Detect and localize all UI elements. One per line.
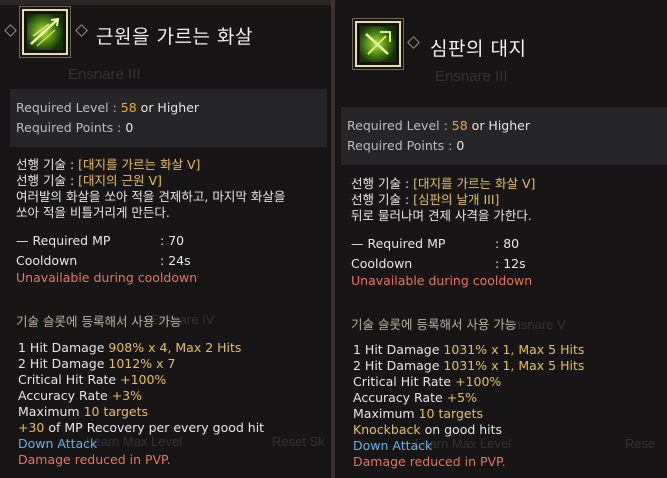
hit2-value: 1031% x 1, Max 5 Hits: [443, 358, 585, 373]
crit-value: +100%: [120, 372, 167, 387]
requirements-box: Required Level : 58 or Higher Required P…: [10, 89, 327, 147]
mp-value: 70: [168, 233, 185, 248]
attack-type: Down Attack: [353, 438, 433, 453]
effect-hit1: 1 Hit Damage 908% x 4, Max 2 Hits: [18, 340, 241, 355]
effect-hit2: 2 Hit Damage 1012% x 7: [18, 356, 175, 371]
skill-name: 심판의 대지: [430, 38, 527, 60]
skill-description-line-1: 뒤로 물러나며 견제 사격을 가한다.: [351, 208, 532, 223]
effect-accuracy: Accuracy Rate +3%: [18, 388, 142, 403]
required-level-row: Required Level : 58 or Higher: [347, 118, 530, 133]
background-learn-max-level: Learn Max Level: [86, 434, 183, 449]
skill-description-line-2: 쏘아 적을 비틀거리게 만든다.: [16, 205, 170, 220]
requirements-box: Required Level : 58 or Higher Required P…: [341, 107, 667, 165]
cooldown-value: 24s: [168, 253, 191, 268]
background-reset-skill: Rese: [625, 436, 656, 451]
diamond-ornament-icon: [4, 24, 17, 37]
effect-crit: Critical Hit Rate +100%: [18, 372, 166, 387]
pvp-note: Damage reduced in PVP.: [18, 452, 171, 467]
hit1-label: 1 Hit Damage: [353, 342, 440, 357]
required-level-label: Required Level: [347, 118, 440, 133]
cooldown-note: Unavailable during cooldown: [16, 270, 198, 285]
effect-crit: Critical Hit Rate +100%: [353, 374, 501, 389]
accuracy-value: +3%: [111, 388, 143, 403]
required-points-value: 0: [125, 120, 134, 135]
skill-tooltip-2: Ensnare III 심판의 대지 Required Level : 58 o…: [335, 0, 667, 478]
required-level-row: Required Level : 58 or Higher: [16, 100, 199, 115]
background-reset-skill: Reset Sk: [272, 434, 325, 449]
accuracy-label: Accuracy Rate: [353, 390, 443, 405]
tooltip-header: 근원을 가르는 화살: [0, 6, 331, 60]
knockback-value: Knockback: [353, 422, 421, 437]
effect-hit1: 1 Hit Damage 1031% x 1, Max 5 Hits: [353, 342, 584, 357]
max-label: Maximum: [18, 404, 80, 419]
required-points-value: 0: [456, 138, 465, 153]
background-skill-subtitle: Ensnare V: [505, 317, 566, 332]
max-label: Maximum: [353, 406, 415, 421]
required-level-suffix: or Higher: [471, 118, 530, 133]
cooldown-value: 12s: [503, 256, 526, 271]
knockback-label: on good hits: [424, 422, 503, 437]
effect-max-targets: Maximum 10 targets: [18, 404, 148, 419]
skill-name: 근원을 가르는 화살: [96, 26, 253, 48]
required-level-value: 58: [451, 118, 468, 133]
effect-hit2: 2 Hit Damage 1031% x 1, Max 5 Hits: [353, 358, 584, 373]
mp-value-row: : 70: [160, 233, 185, 248]
cooldown-value-row: : 12s: [495, 256, 526, 271]
hit2-value: 1012% x 7: [108, 356, 176, 371]
mp-value-row: : 80: [495, 236, 520, 251]
crit-label: Critical Hit Rate: [18, 372, 117, 387]
hit1-label: 1 Hit Damage: [18, 340, 105, 355]
crit-value: +100%: [455, 374, 502, 389]
effect-mp-recovery: +30 of MP Recovery per every good hit: [18, 420, 264, 435]
mp-row: — Required MP: [16, 233, 110, 248]
effect-knockback: Knockback on good hits: [353, 422, 502, 437]
accuracy-label: Accuracy Rate: [18, 388, 108, 403]
required-level-value: 58: [120, 100, 137, 115]
diamond-ornament-icon: [75, 24, 88, 37]
hit1-value: 908% x 4, Max 2 Hits: [108, 340, 242, 355]
pvp-note: Damage reduced in PVP.: [353, 454, 506, 469]
hit2-label: 2 Hit Damage: [353, 358, 440, 373]
skill-icon-frame: [22, 9, 68, 55]
mp-row: — Required MP: [351, 236, 445, 251]
required-points-row: Required Points : 0: [347, 138, 465, 153]
hit2-label: 2 Hit Damage: [18, 356, 105, 371]
required-points-label: Required Points: [347, 138, 445, 153]
mp-value: 80: [503, 236, 520, 251]
skill-arrow-icon: [27, 14, 63, 50]
required-points-label: Required Points: [16, 120, 114, 135]
mp-label: Required MP: [367, 236, 446, 251]
skill-tooltip-1: Ensnare III 근원을 가르는 화살 Required Level : …: [0, 0, 331, 478]
required-level-suffix: or Higher: [140, 100, 199, 115]
max-value: 10 targets: [418, 406, 483, 421]
background-skill-title: Ensnare III: [68, 66, 141, 83]
slot-note: 기술 슬롯에 등록해서 사용 가능: [351, 317, 517, 332]
effect-max-targets: Maximum 10 targets: [353, 406, 483, 421]
cooldown-value-row: : 24s: [160, 253, 191, 268]
required-points-row: Required Points : 0: [16, 120, 134, 135]
required-level-label: Required Level: [16, 100, 109, 115]
tooltip-border: [0, 0, 331, 5]
accuracy-value: +5%: [446, 390, 478, 405]
dash-icon: —: [16, 233, 29, 248]
dash-icon: —: [351, 236, 364, 251]
tooltip-header: 심판의 대지: [335, 18, 667, 72]
mp-recovery-label: of MP Recovery per every good hit: [48, 420, 265, 435]
cooldown-label: Cooldown: [16, 253, 78, 268]
attack-type: Down Attack: [18, 436, 98, 451]
skill-icon-frame: [355, 21, 401, 67]
skill-judgement-icon: [360, 26, 396, 62]
effect-accuracy: Accuracy Rate +5%: [353, 390, 477, 405]
mp-recovery-value: +30: [18, 420, 45, 435]
hit1-value: 1031% x 1, Max 5 Hits: [443, 342, 585, 357]
mp-label: Required MP: [32, 233, 111, 248]
crit-label: Critical Hit Rate: [353, 374, 452, 389]
background-skill-subtitle: Ensnare IV: [150, 312, 215, 327]
max-value: 10 targets: [83, 404, 148, 419]
diamond-ornament-icon: [407, 36, 420, 49]
cooldown-label: Cooldown: [351, 256, 413, 271]
cooldown-note: Unavailable during cooldown: [351, 273, 533, 288]
